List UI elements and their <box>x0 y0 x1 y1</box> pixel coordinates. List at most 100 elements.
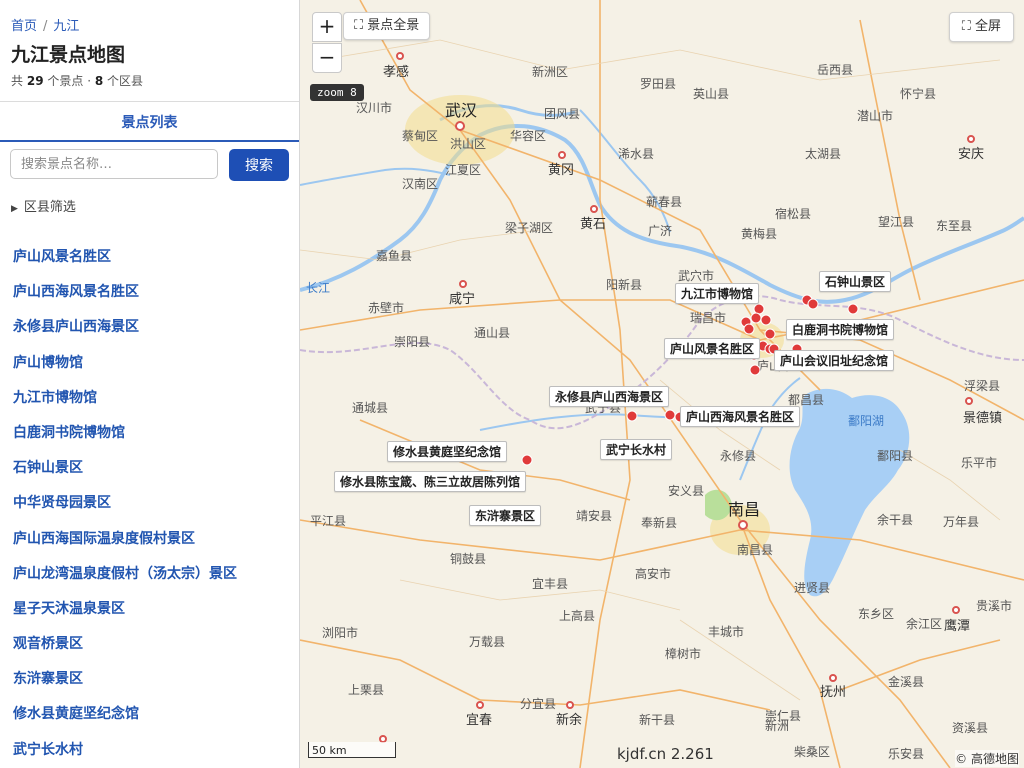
poi-label-shizhongshan[interactable]: 石钟山景区 <box>819 271 892 292</box>
summary-prefix: 共 <box>11 74 24 88</box>
attraction-list-item[interactable]: 九江市博物馆 <box>0 381 299 416</box>
attraction-list-item[interactable]: 庐山龙湾温泉度假村（汤太宗）景区 <box>0 557 299 592</box>
breadcrumb-home-link[interactable]: 首页 <box>11 19 37 34</box>
attraction-list-item[interactable]: 武宁长水村 <box>0 733 299 768</box>
fullscreen-icon: ⛶ <box>961 19 971 34</box>
attraction-list-item[interactable]: 观音桥景区 <box>0 627 299 662</box>
place-label-wannian: 万年县 <box>943 515 979 529</box>
attraction-list-item[interactable]: 修水县黄庭坚纪念馆 <box>0 697 299 732</box>
summary-mid: 个景点 · <box>47 74 92 88</box>
place-label-duchang: 都昌县 <box>788 393 824 407</box>
place-label-yongxiu: 永修县 <box>720 448 756 463</box>
place-label-pingjiang: 平江县 <box>310 514 346 528</box>
place-label-jinxi: 金溪县 <box>888 674 924 689</box>
tab-bar: 景点列表 <box>0 101 299 142</box>
place-label-jiangxia: 江夏区 <box>445 163 481 177</box>
place-label-xingan: 新干县 <box>639 712 675 727</box>
place-label-zhangshu: 樟树市 <box>665 646 701 661</box>
place-label-ningdu: 乐安县 <box>888 746 924 761</box>
poi-label-lushan[interactable]: 庐山风景名胜区 <box>664 338 761 359</box>
full-view-label: 景点全景 <box>367 18 420 33</box>
poi-label-donghuzhai[interactable]: 东浒寨景区 <box>469 505 542 526</box>
tab-attraction-list[interactable]: 景点列表 <box>0 112 299 132</box>
breadcrumb: 首页 / 九江 <box>11 15 79 34</box>
attraction-list: 庐山风景名胜区 庐山西海风景名胜区 永修县庐山西海景区 庐山博物馆 九江市博物馆 白鹿洞书… <box>0 240 299 768</box>
place-label-guangji: 广济 <box>648 223 672 238</box>
summary-line: 共 29 个景点 · 8 个区县 <box>11 72 143 89</box>
poi-label-lushan-meeting[interactable]: 庐山会议旧址纪念馆 <box>774 350 895 371</box>
place-label-liangzihu: 梁子湖区 <box>505 220 553 235</box>
place-label-tuanfeng: 团风县 <box>544 107 580 121</box>
map-view[interactable]: 孝感 武汉 黄冈 黄石 咸宁 安庆 景德镇 南昌 抚州 鹰潭 宜春 新余 长江 … <box>300 0 1024 768</box>
summary-suffix: 个区县 <box>107 74 144 88</box>
place-label-yuexi: 岳西县 <box>817 63 853 77</box>
zoom-level-badge: zoom 8 <box>310 84 364 101</box>
place-label-shangli: 上栗县 <box>348 683 384 697</box>
place-label-tongshan: 通山县 <box>474 326 510 340</box>
attraction-list-item[interactable]: 庐山博物馆 <box>0 346 299 381</box>
place-label-tongcheng: 通城县 <box>352 401 388 415</box>
search-button[interactable]: 搜索 <box>229 149 289 181</box>
zoom-in-button[interactable]: + <box>312 12 342 42</box>
place-label-xiangning: 咸宁 <box>449 291 475 307</box>
poi-label-bailudong[interactable]: 白鹿洞书院博物馆 <box>786 319 895 340</box>
place-label-dongxiang: 东乡区 <box>858 607 894 621</box>
poi-label-chenbaozhen[interactable]: 修水县陈宝箴、陈三立故居陈列馆 <box>334 471 527 492</box>
caret-right-icon: ▶ <box>11 204 18 214</box>
place-label-yingtan: 鹰潭 <box>944 618 970 634</box>
district-count: 8 <box>94 74 104 88</box>
place-label-fuliang: 浮梁县 <box>964 378 1000 393</box>
place-label-jingdezhen: 景德镇 <box>963 411 1002 426</box>
attraction-list-item[interactable]: 东浒寨景区 <box>0 662 299 697</box>
poi-label-wuning[interactable]: 武宁长水村 <box>600 439 673 460</box>
attraction-list-item[interactable]: 中华贤母园景区 <box>0 486 299 521</box>
place-label-yujiang: 余江区 <box>906 616 942 631</box>
place-label-poyangxian: 鄱阳县 <box>877 449 913 463</box>
poi-label-jiujiang-museum[interactable]: 九江市博物馆 <box>675 283 760 304</box>
place-label-changjiang: 长江 <box>306 281 330 295</box>
place-label-susong: 宿松县 <box>775 206 811 221</box>
attraction-list-item[interactable]: 庐山风景名胜区 <box>0 240 299 275</box>
attraction-list-item[interactable]: 白鹿洞书院博物馆 <box>0 416 299 451</box>
place-label-fuzhou: 抚州 <box>820 685 846 700</box>
map-land <box>300 0 1024 768</box>
poi-label-huangtingjian[interactable]: 修水县黄庭坚纪念馆 <box>387 441 508 462</box>
poi-label-xihai[interactable]: 庐山西海风景名胜区 <box>680 406 801 427</box>
place-label-poyang: 鄱阳湖 <box>848 413 884 428</box>
watermark: kjdf.cn 2.261 <box>617 745 714 763</box>
zoom-out-button[interactable]: − <box>312 43 342 73</box>
fullscreen-button[interactable]: ⛶ 全屏 <box>948 12 1014 42</box>
place-label-fengxin: 奉新县 <box>641 515 677 530</box>
place-label-yichun: 宜春 <box>466 713 492 728</box>
place-label-xishui: 浠水县 <box>618 147 654 161</box>
attraction-list-item[interactable]: 庐山西海国际温泉度假村景区 <box>0 522 299 557</box>
place-label-anqing: 安庆 <box>958 147 984 162</box>
fullscreen-label: 全屏 <box>974 19 1001 34</box>
poi-label-yongxiu-xihai[interactable]: 永修县庐山西海景区 <box>549 386 670 407</box>
place-label-xinyu: 新余 <box>556 712 582 728</box>
place-label-yangxin: 阳新县 <box>606 277 642 292</box>
district-filter-toggle[interactable]: ▶ 区县筛选 <box>11 196 76 215</box>
place-label-yugan: 余干县 <box>877 512 913 527</box>
attraction-list-item[interactable]: 星子天沐温泉景区 <box>0 592 299 627</box>
place-label-zixi: 资溪县 <box>952 721 988 735</box>
breadcrumb-separator: / <box>43 19 48 34</box>
place-label-caidian: 蔡甸区 <box>402 129 438 143</box>
place-label-huarong: 华容区 <box>510 128 546 143</box>
district-filter-label: 区县筛选 <box>23 200 76 215</box>
map-attribution[interactable]: © 高德地图 <box>955 750 1019 767</box>
attraction-list-item[interactable]: 庐山西海风景名胜区 <box>0 275 299 310</box>
place-label-tonggu: 铜鼓县 <box>450 551 486 566</box>
place-label-yifeng: 宜丰县 <box>532 576 568 591</box>
place-label-shanggao: 上高县 <box>559 608 595 623</box>
attraction-list-item[interactable]: 永修县庐山西海景区 <box>0 310 299 345</box>
place-label-gao_an: 高安市 <box>635 566 671 581</box>
full-view-button[interactable]: ⛶ 景点全景 <box>343 12 431 40</box>
place-label-jinxian: 进贤县 <box>794 581 830 595</box>
place-label-qichun: 蕲春县 <box>646 195 682 209</box>
place-label-wuhan: 武汉 <box>445 101 477 120</box>
attraction-list-item[interactable]: 石钟山景区 <box>0 451 299 486</box>
search-input[interactable] <box>10 149 218 179</box>
breadcrumb-city-link[interactable]: 九江 <box>53 19 79 34</box>
map-canvas[interactable]: 孝感 武汉 黄冈 黄石 咸宁 安庆 景德镇 南昌 抚州 鹰潭 宜春 新余 长江 … <box>300 0 1024 768</box>
